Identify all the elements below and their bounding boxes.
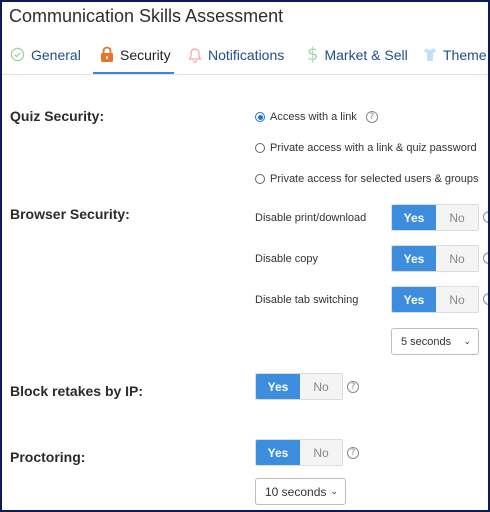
radio-private-users-groups[interactable]: Private access for selected users & grou… [255, 173, 478, 185]
tab-label: Security [120, 46, 171, 63]
help-icon[interactable]: ? [347, 447, 359, 459]
dollar-icon: $ [307, 44, 319, 65]
disable-copy-toggle: Yes No [391, 245, 479, 272]
chevron-down-icon: ⌄ [330, 486, 338, 497]
radio-label: Private access with a link & quiz passwo… [270, 142, 477, 154]
tab-bar: General Security Notifications $ Market … [2, 35, 488, 75]
no-option[interactable]: No [436, 205, 478, 230]
disable-print-toggle: Yes No [391, 204, 479, 231]
active-tab-indicator [93, 72, 174, 74]
help-icon[interactable]: ? [365, 111, 378, 123]
tab-switch-delay-select[interactable]: 5 seconds ⌄ [391, 328, 479, 355]
tab-general[interactable]: General [10, 35, 81, 74]
tab-market-sell[interactable]: $ Market & Sell [307, 35, 408, 74]
radio-label: Access with a link [270, 111, 357, 123]
tab-security[interactable]: Security [100, 35, 171, 74]
help-icon[interactable]: ? [483, 211, 488, 223]
radio-private-link-password[interactable]: Private access with a link & quiz passwo… [255, 142, 477, 154]
lock-icon [100, 46, 114, 63]
tab-label: Theme [443, 46, 487, 63]
radio-button[interactable] [255, 112, 265, 122]
tab-notifications[interactable]: Notifications [188, 35, 284, 74]
proctoring-label: Proctoring: [10, 449, 86, 465]
bell-icon [188, 47, 202, 63]
help-icon[interactable]: ? [483, 252, 488, 264]
help-icon[interactable]: ? [483, 293, 488, 305]
tab-label: Notifications [208, 46, 285, 63]
no-option[interactable]: No [436, 287, 478, 312]
block-retakes-toggle: Yes No [255, 373, 343, 400]
quiz-security-label: Quiz Security: [10, 108, 105, 124]
tab-label: Market & Sell [324, 46, 408, 63]
help-icon[interactable]: ? [347, 381, 359, 393]
browser-security-label: Browser Security: [10, 206, 130, 222]
tab-theme[interactable]: Theme [423, 35, 487, 74]
yes-option[interactable]: Yes [256, 440, 300, 465]
no-option[interactable]: No [300, 440, 342, 465]
yes-option[interactable]: Yes [256, 374, 300, 399]
proctoring-toggle: Yes No [255, 439, 343, 466]
page-title: Communication Skills Assessment [9, 6, 284, 26]
check-circle-icon [10, 47, 25, 62]
yes-option[interactable]: Yes [392, 205, 436, 230]
radio-button[interactable] [255, 174, 265, 184]
shirt-icon [423, 47, 437, 62]
disable-copy-label: Disable copy [255, 253, 318, 265]
chevron-down-icon: ⌄ [463, 336, 471, 347]
disable-print-label: Disable print/download [255, 212, 367, 224]
no-option[interactable]: No [436, 246, 478, 271]
proctoring-interval-select[interactable]: 10 seconds ⌄ [255, 478, 346, 505]
settings-panel: Communication Skills Assessment General … [0, 0, 490, 512]
yes-option[interactable]: Yes [392, 246, 436, 271]
select-value: 5 seconds [401, 335, 452, 348]
disable-tab-switching-label: Disable tab switching [255, 294, 359, 306]
radio-access-with-link[interactable]: Access with a link ? [255, 111, 378, 123]
select-value: 10 seconds [265, 484, 327, 499]
yes-option[interactable]: Yes [392, 287, 436, 312]
tab-label: General [31, 46, 81, 63]
block-retakes-label: Block retakes by IP: [10, 383, 144, 399]
radio-button[interactable] [255, 143, 265, 153]
disable-tab-switching-toggle: Yes No [391, 286, 479, 313]
no-option[interactable]: No [300, 374, 342, 399]
radio-label: Private access for selected users & grou… [270, 173, 479, 185]
